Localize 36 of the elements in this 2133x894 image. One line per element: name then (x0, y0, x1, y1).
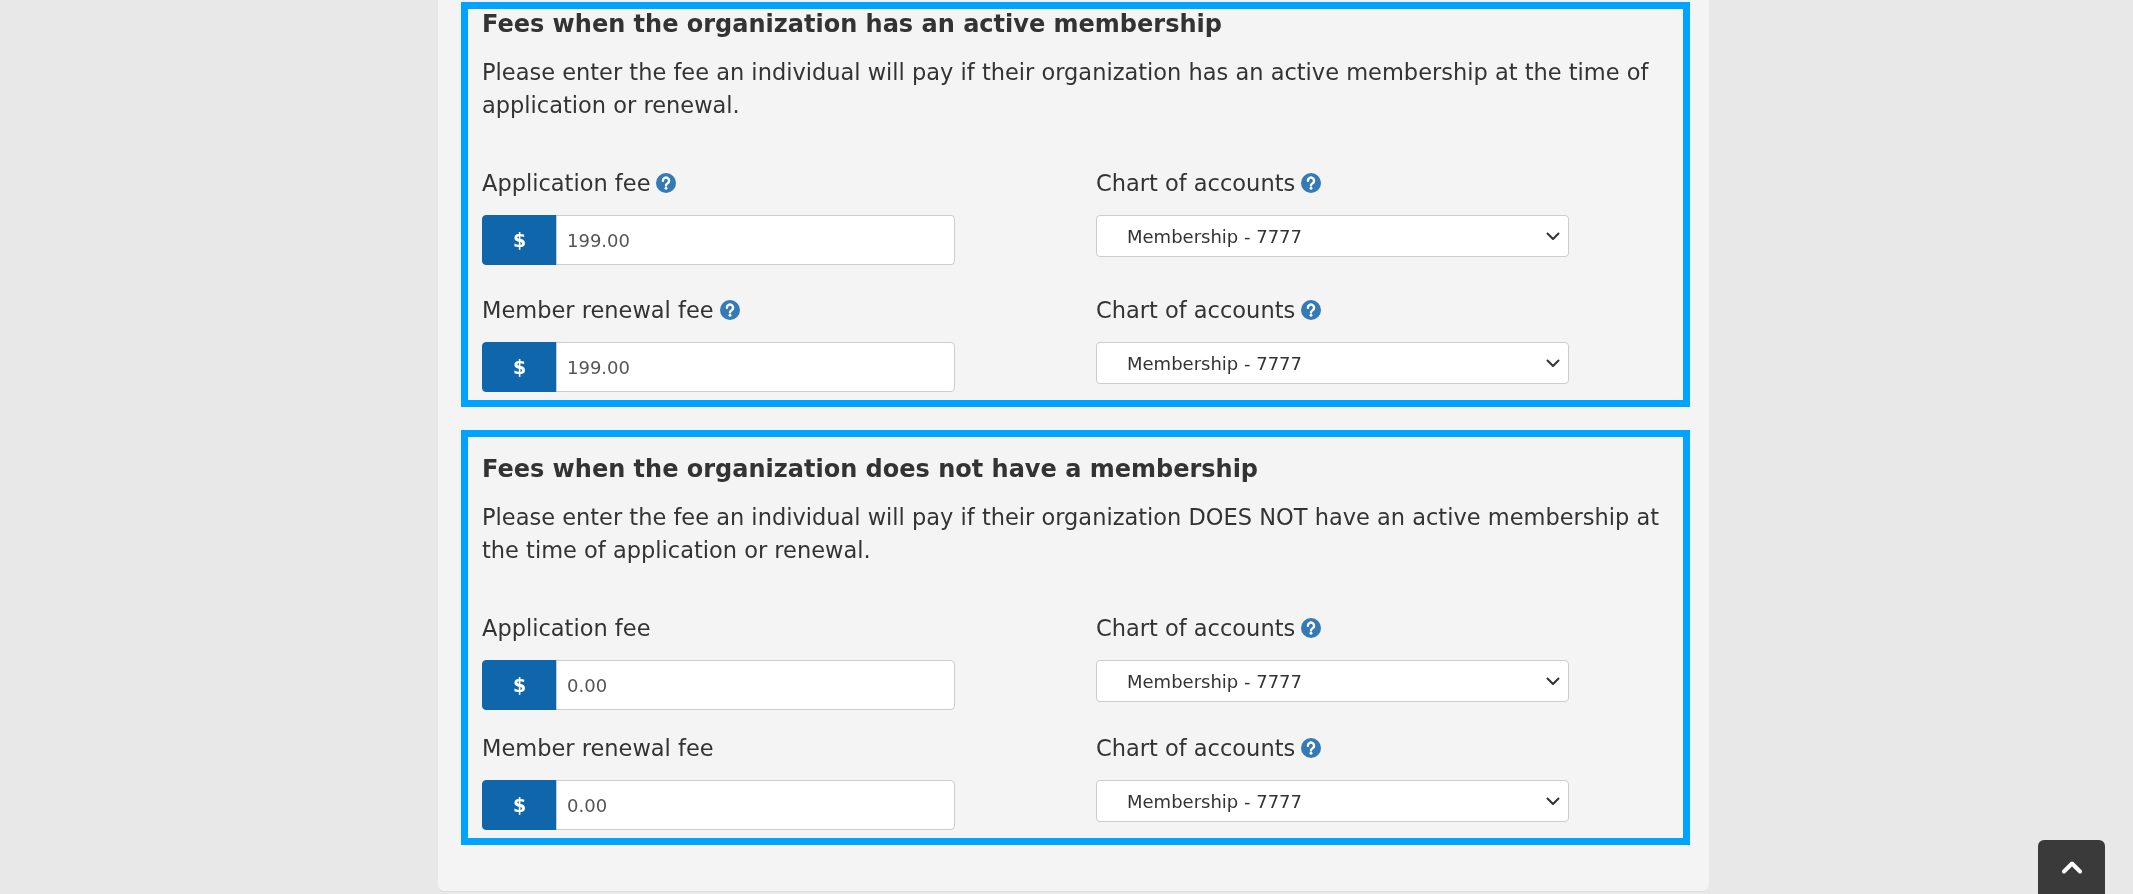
currency-prefix: $ (482, 780, 557, 830)
field-label: Application fee (482, 169, 651, 198)
section-description: Please enter the fee an individual will pay if their organization DOES NOT have an active membership at the time of application or renewal. (482, 503, 1661, 565)
help-icon[interactable] (1301, 618, 1322, 638)
account-dropdown[interactable]: Membership - 7777 (1096, 215, 1569, 257)
chevron-up-icon (2060, 860, 2083, 874)
field-label: Application fee (482, 614, 651, 643)
fee-input[interactable]: 199.00 (556, 215, 955, 265)
help-icon[interactable] (719, 300, 740, 320)
field-label: Member renewal fee (482, 296, 714, 325)
field-label: Chart of accounts (1096, 296, 1296, 325)
field-label: Chart of accounts (1096, 169, 1296, 198)
help-icon[interactable] (1301, 300, 1322, 320)
chevron-down-icon (1546, 358, 1560, 368)
fee-input[interactable]: 0.00 (556, 660, 955, 710)
fee-input[interactable]: 199.00 (556, 342, 955, 392)
account-dropdown[interactable]: Membership - 7777 (1096, 660, 1569, 702)
section-title: Fees when the organization has an active membership (482, 9, 1223, 40)
help-icon[interactable] (1301, 173, 1322, 193)
currency-prefix: $ (482, 215, 557, 265)
field-label: Member renewal fee (482, 734, 714, 763)
scroll-to-top-button[interactable] (2038, 840, 2105, 894)
account-dropdown[interactable]: Membership - 7777 (1096, 780, 1569, 822)
section-title: Fees when the organization does not have a membership (482, 454, 1260, 485)
field-label: Chart of accounts (1096, 734, 1296, 763)
currency-prefix: $ (482, 660, 557, 710)
field-label: Chart of accounts (1096, 614, 1296, 643)
chevron-down-icon (1546, 796, 1560, 806)
currency-prefix: $ (482, 342, 557, 392)
section-description: Please enter the fee an individual will pay if their organization has an active membership at the time of application or renewal. (482, 58, 1650, 120)
help-icon[interactable] (1301, 738, 1322, 758)
chevron-down-icon (1546, 231, 1560, 241)
account-dropdown[interactable]: Membership - 7777 (1096, 342, 1569, 384)
fee-input[interactable]: 0.00 (556, 780, 955, 830)
help-icon[interactable] (656, 173, 677, 193)
chevron-down-icon (1546, 676, 1560, 686)
